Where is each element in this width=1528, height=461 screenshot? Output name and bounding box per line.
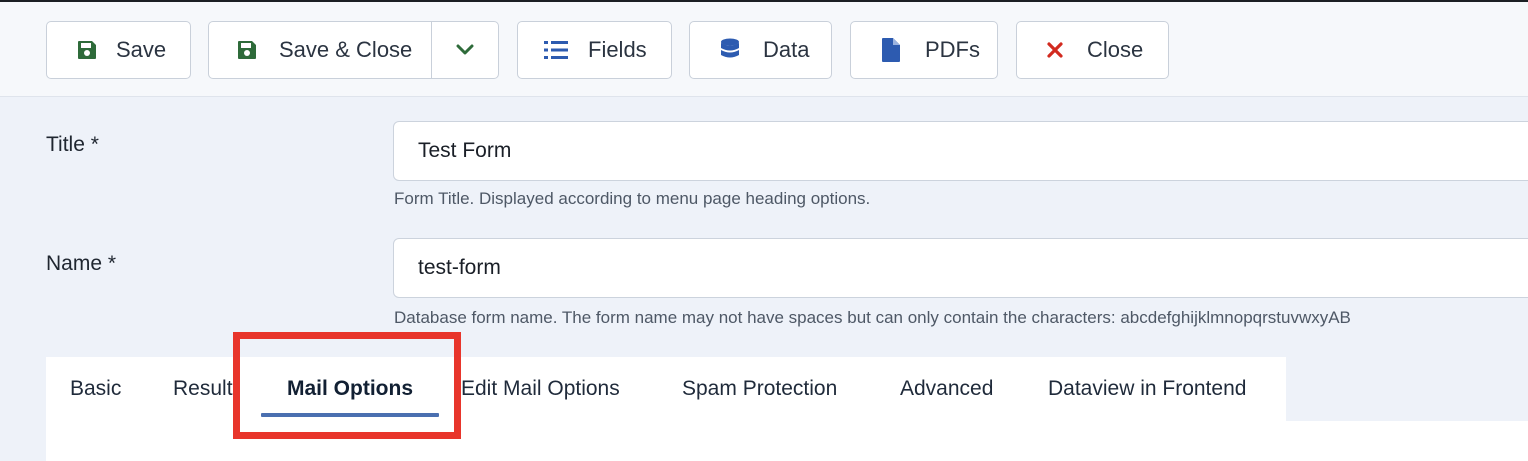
file-icon — [879, 38, 903, 62]
data-label: Data — [763, 37, 810, 62]
save-close-label: Save & Close — [279, 37, 413, 62]
tab-edit-mail-options[interactable]: Edit Mail Options — [461, 357, 620, 421]
save-options-dropdown-toggle[interactable] — [431, 22, 498, 78]
database-icon — [718, 38, 742, 62]
tab-advanced[interactable]: Advanced — [900, 357, 993, 421]
tab-result[interactable]: Result — [173, 357, 233, 421]
save-close-split-button: Save & Close — [208, 21, 499, 79]
close-button[interactable]: Close — [1016, 21, 1169, 79]
save-button[interactable]: Save — [46, 21, 191, 79]
close-label: Close — [1087, 37, 1144, 62]
save-close-button[interactable]: Save & Close — [209, 22, 412, 78]
name-input[interactable]: test-form — [393, 238, 1528, 298]
tab-dataview-in-frontend[interactable]: Dataview in Frontend — [1048, 357, 1246, 421]
annotation-highlight-box — [233, 332, 461, 439]
pdfs-button[interactable]: PDFs — [850, 21, 998, 79]
save-label: Save — [116, 37, 167, 62]
tab-basic[interactable]: Basic — [70, 357, 121, 421]
title-help-text: Form Title. Displayed according to menu … — [394, 189, 871, 208]
pdfs-label: PDFs — [925, 37, 980, 62]
close-icon — [1043, 38, 1067, 62]
chevron-down-icon — [456, 44, 474, 56]
title-label: Title * — [46, 133, 99, 156]
fields-label: Fields — [588, 37, 647, 62]
name-help-text: Database form name. The form name may no… — [394, 308, 1351, 327]
save-icon — [235, 38, 259, 62]
fields-button[interactable]: Fields — [517, 21, 672, 79]
title-input[interactable]: Test Form — [393, 121, 1528, 181]
data-button[interactable]: Data — [689, 21, 832, 79]
name-label: Name * — [46, 252, 117, 275]
toolbar: Save Save & Close Fields Data PDFs Close — [0, 2, 1528, 97]
save-icon — [75, 38, 99, 62]
tab-spam-protection[interactable]: Spam Protection — [682, 357, 837, 421]
list-icon — [544, 38, 568, 62]
